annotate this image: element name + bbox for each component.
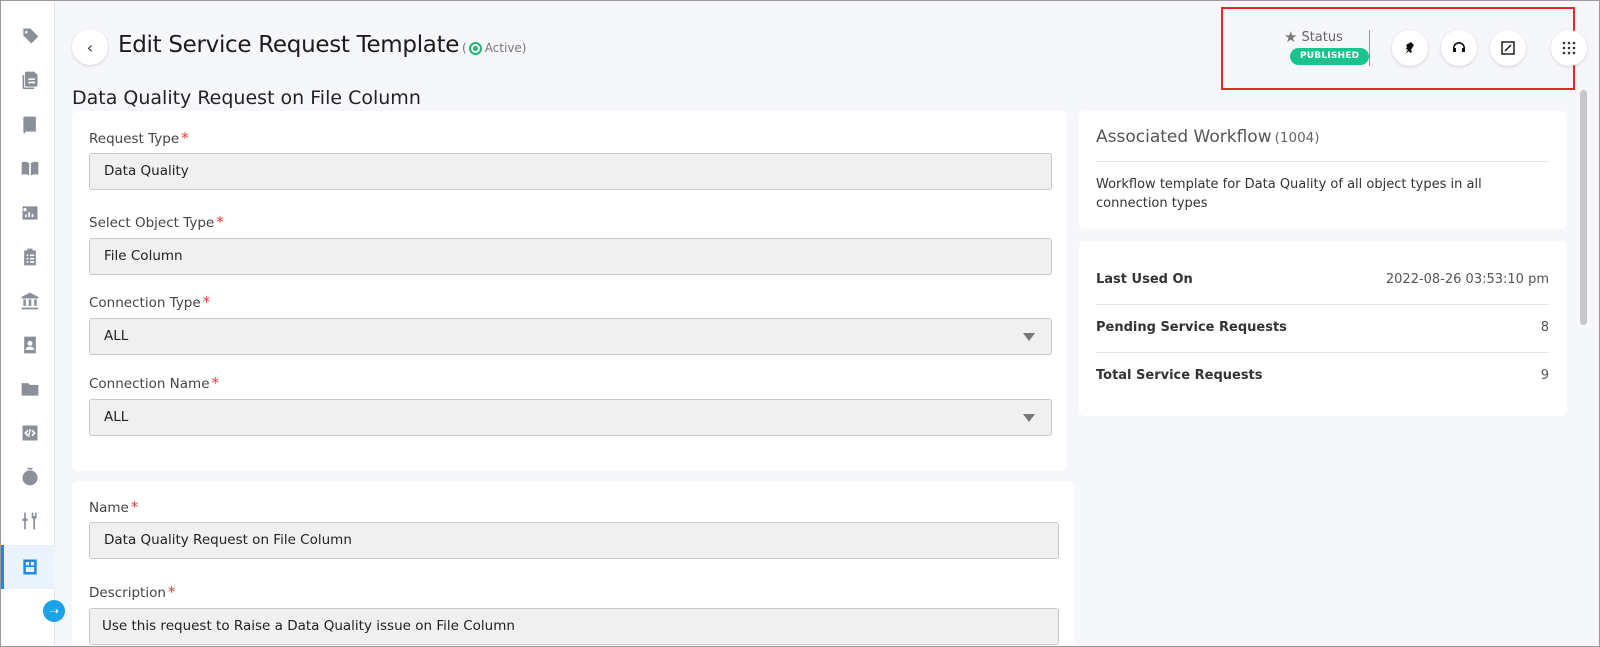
request-type-label: Request Type * — [89, 129, 189, 147]
description-textarea[interactable]: Use this request to Raise a Data Quality… — [89, 608, 1059, 645]
status-text: Status — [1301, 29, 1343, 45]
active-paren: ( — [462, 41, 467, 55]
sidebar-collapse-button[interactable]: ➝ — [43, 600, 65, 622]
sidebar-item-folders[interactable] — [11, 371, 49, 407]
documents-icon — [22, 71, 38, 90]
connection-name-select[interactable]: ALL — [89, 399, 1052, 436]
object-type-label: Select Object Type * — [89, 213, 224, 231]
arrow-right-icon: ➝ — [48, 604, 60, 618]
sidebar-item-tools[interactable] — [11, 503, 49, 539]
headphones-icon — [1453, 42, 1465, 52]
sidebar-item-documents[interactable] — [11, 62, 49, 98]
active-label: Active) — [484, 41, 527, 55]
contact-book-icon — [24, 336, 36, 354]
sidebar-item-book[interactable] — [11, 107, 49, 143]
stat-row-last-used: Last Used On 2022-08-26 03:53:10 pm — [1096, 271, 1549, 287]
page-title: Edit Service Request Template — [118, 32, 460, 58]
sidebar-item-dashboard[interactable] — [11, 195, 49, 231]
associated-workflow-card: Associated Workflow (1004) Workflow templ… — [1079, 111, 1567, 229]
sidebar-item-tags[interactable] — [11, 18, 49, 54]
more-apps-button[interactable] — [1551, 30, 1587, 66]
status-badge: PUBLISHED — [1290, 48, 1370, 65]
name-description-card: Name * Data Quality Request on File Colum… — [72, 481, 1074, 647]
workflow-count: (1004) — [1274, 130, 1320, 146]
edit-expand-button[interactable] — [1490, 30, 1526, 66]
connection-type-label: Connection Type * — [89, 293, 211, 311]
workflow-description: Workflow template for Data Quality of al… — [1096, 177, 1482, 211]
request-type-field[interactable]: Data Quality — [89, 153, 1052, 190]
sidebar — [1, 1, 55, 646]
description-label: Description * — [89, 583, 176, 601]
connection-name-label: Connection Name * — [89, 374, 220, 392]
push-pin-icon — [1405, 42, 1414, 54]
expand-edit-icon — [1501, 41, 1515, 55]
tools-icon — [22, 512, 37, 530]
sidebar-item-tasks[interactable] — [11, 239, 49, 275]
divider — [1096, 161, 1549, 162]
sidebar-item-service-requests[interactable] — [1, 545, 55, 589]
clipboard-icon — [24, 248, 36, 266]
sidebar-item-timer[interactable] — [11, 459, 49, 495]
stat-row-pending: Pending Service Requests 8 — [1096, 319, 1549, 335]
tag-icon — [23, 28, 38, 44]
bank-icon — [21, 292, 39, 310]
sidebar-item-governance[interactable] — [11, 283, 49, 319]
template-subtitle: Data Quality Request on File Column — [72, 87, 421, 109]
dashboard-icon — [22, 206, 38, 220]
active-status: ( Active) — [462, 41, 527, 55]
star-icon: ★ — [1284, 28, 1298, 46]
code-icon — [22, 425, 38, 441]
timer-icon — [22, 467, 38, 486]
stat-row-total: Total Service Requests 9 — [1096, 367, 1549, 383]
folder-icon — [21, 383, 39, 396]
book-icon — [23, 116, 36, 134]
usage-stats-card: Last Used On 2022-08-26 03:53:10 pm Pendi… — [1079, 241, 1567, 416]
back-button[interactable]: ‹ — [72, 29, 108, 65]
sidebar-item-contacts[interactable] — [11, 327, 49, 363]
chevron-left-icon: ‹ — [86, 37, 94, 57]
sidebar-item-code[interactable] — [11, 415, 49, 451]
object-type-field[interactable]: File Column — [89, 238, 1052, 275]
sidebar-item-glossary[interactable] — [11, 151, 49, 187]
request-details-card: Request Type * Data Quality Select Object… — [72, 111, 1067, 471]
header-divider — [1369, 30, 1370, 66]
name-input[interactable]: Data Quality Request on File Column — [89, 522, 1059, 559]
page-scrollbar[interactable] — [1580, 90, 1587, 325]
workflow-title: Associated Workflow (1004) — [1096, 127, 1320, 147]
service-request-icon — [22, 559, 37, 575]
grid-dots-icon — [1562, 41, 1576, 55]
push-pin-button[interactable] — [1392, 30, 1428, 66]
active-dot-icon — [468, 41, 482, 55]
status-label: ★ Status — [1284, 28, 1343, 46]
open-book-icon — [21, 161, 39, 176]
connection-type-select[interactable]: ALL — [89, 318, 1052, 355]
headphones-button[interactable] — [1441, 30, 1477, 66]
name-label: Name * — [89, 498, 139, 516]
